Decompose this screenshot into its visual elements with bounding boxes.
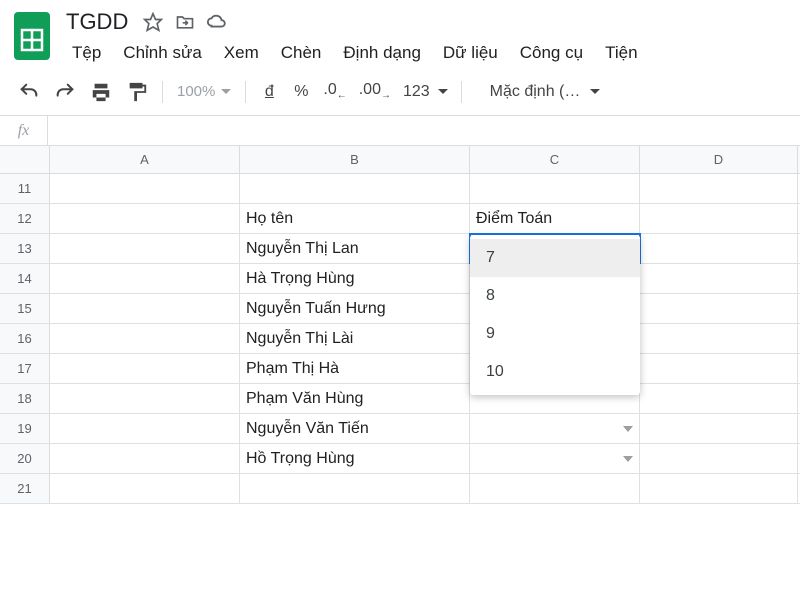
cell-D14[interactable]: [640, 264, 798, 293]
row-header[interactable]: 12: [0, 204, 50, 233]
select-all-corner[interactable]: [0, 146, 50, 173]
row-header[interactable]: 11: [0, 174, 50, 203]
menu-extensions[interactable]: Tiện: [595, 39, 647, 67]
chevron-down-icon: [438, 89, 448, 94]
cell-A19[interactable]: [50, 414, 240, 443]
dropdown-option[interactable]: 9: [470, 315, 640, 353]
move-folder-icon[interactable]: [174, 11, 196, 33]
cloud-status-icon[interactable]: [206, 11, 228, 33]
row-header[interactable]: 13: [0, 234, 50, 263]
cell-D20[interactable]: [640, 444, 798, 473]
cell-D19[interactable]: [640, 414, 798, 443]
row-header[interactable]: 15: [0, 294, 50, 323]
cell-A20[interactable]: [50, 444, 240, 473]
cell-C12[interactable]: Điểm Toán: [470, 204, 640, 233]
cell-C20[interactable]: [470, 444, 640, 473]
cell-B16[interactable]: Nguyễn Thị Lài: [240, 324, 470, 353]
dropdown-arrow-icon[interactable]: [623, 456, 633, 462]
cell-A21[interactable]: [50, 474, 240, 503]
col-header-C[interactable]: C: [470, 146, 640, 173]
cell-B17[interactable]: Phạm Thị Hà: [240, 354, 470, 383]
cell-A14[interactable]: [50, 264, 240, 293]
doc-title[interactable]: TGDD: [62, 9, 132, 35]
cell-D11[interactable]: [640, 174, 798, 203]
cell-B19[interactable]: Nguyễn Văn Tiến: [240, 414, 470, 443]
separator: [461, 81, 462, 103]
menu-data[interactable]: Dữ liệu: [433, 39, 508, 67]
menu-tools[interactable]: Công cụ: [510, 39, 593, 67]
cell-D16[interactable]: [640, 324, 798, 353]
cell-B13[interactable]: Nguyễn Thị Lan: [240, 234, 470, 263]
data-validation-dropdown: 7 8 9 10: [470, 235, 640, 395]
menu-file[interactable]: Tệp: [62, 39, 111, 67]
cell-D18[interactable]: [640, 384, 798, 413]
cell-B21[interactable]: [240, 474, 470, 503]
chevron-down-icon: [590, 89, 600, 94]
fx-label: fx: [0, 116, 48, 146]
dropdown-option[interactable]: 8: [470, 277, 640, 315]
spreadsheet-grid: A B C D 11 12 Họ tên Điểm Toán 13 Nguyễn…: [0, 146, 800, 504]
menu-view[interactable]: Xem: [214, 39, 269, 67]
cell-D21[interactable]: [640, 474, 798, 503]
col-header-A[interactable]: A: [50, 146, 240, 173]
header: TGDD Tệp Chỉnh sửa Xem Chèn Định dạng Dữ…: [0, 0, 800, 68]
redo-button[interactable]: [48, 75, 82, 109]
cell-D17[interactable]: [640, 354, 798, 383]
cell-A12[interactable]: [50, 204, 240, 233]
dropdown-option[interactable]: 7: [470, 239, 640, 277]
menu-bar: Tệp Chỉnh sửa Xem Chèn Định dạng Dữ liệu…: [62, 38, 788, 68]
formula-bar: fx: [0, 116, 800, 146]
cell-C11[interactable]: [470, 174, 640, 203]
cell-D13[interactable]: [640, 234, 798, 263]
col-header-B[interactable]: B: [240, 146, 470, 173]
formula-input[interactable]: [48, 116, 800, 145]
cell-A15[interactable]: [50, 294, 240, 323]
cell-B11[interactable]: [240, 174, 470, 203]
paint-format-button[interactable]: [120, 75, 154, 109]
decrease-decimal-button[interactable]: .0←: [318, 75, 351, 109]
cell-D12[interactable]: [640, 204, 798, 233]
separator: [245, 81, 246, 103]
cell-B20[interactable]: Hồ Trọng Hùng: [240, 444, 470, 473]
format-currency-button[interactable]: đ: [254, 75, 284, 109]
print-button[interactable]: [84, 75, 118, 109]
increase-decimal-button[interactable]: .00→: [354, 75, 396, 109]
cell-C19[interactable]: [470, 414, 640, 443]
dropdown-arrow-icon[interactable]: [623, 426, 633, 432]
cell-A18[interactable]: [50, 384, 240, 413]
row-header[interactable]: 21: [0, 474, 50, 503]
cell-A11[interactable]: [50, 174, 240, 203]
sheets-logo[interactable]: [12, 8, 52, 60]
star-icon[interactable]: [142, 11, 164, 33]
cell-B12[interactable]: Họ tên: [240, 204, 470, 233]
menu-insert[interactable]: Chèn: [271, 39, 332, 67]
cell-A16[interactable]: [50, 324, 240, 353]
cell-C21[interactable]: [470, 474, 640, 503]
cell-B15[interactable]: Nguyễn Tuấn Hưng: [240, 294, 470, 323]
row-header[interactable]: 17: [0, 354, 50, 383]
row-header[interactable]: 20: [0, 444, 50, 473]
chevron-down-icon: [221, 89, 231, 94]
row-header[interactable]: 14: [0, 264, 50, 293]
format-percent-button[interactable]: %: [286, 75, 316, 109]
zoom-select[interactable]: 100%: [171, 83, 237, 100]
cell-A13[interactable]: [50, 234, 240, 263]
separator: [162, 81, 163, 103]
font-family-select[interactable]: Mặc định (…: [480, 83, 611, 101]
cell-A17[interactable]: [50, 354, 240, 383]
row-header[interactable]: 18: [0, 384, 50, 413]
row-header[interactable]: 19: [0, 414, 50, 443]
menu-edit[interactable]: Chỉnh sửa: [113, 39, 211, 67]
dropdown-option[interactable]: 10: [470, 353, 640, 391]
toolbar: 100% đ % .0← .00→ 123 Mặc định (…: [0, 68, 800, 116]
col-header-D[interactable]: D: [640, 146, 798, 173]
cell-D15[interactable]: [640, 294, 798, 323]
cell-B18[interactable]: Phạm Văn Hùng: [240, 384, 470, 413]
cell-B14[interactable]: Hà Trọng Hùng: [240, 264, 470, 293]
menu-format[interactable]: Định dạng: [333, 39, 431, 67]
row-header[interactable]: 16: [0, 324, 50, 353]
undo-button[interactable]: [12, 75, 46, 109]
more-formats-button[interactable]: 123: [398, 75, 453, 109]
